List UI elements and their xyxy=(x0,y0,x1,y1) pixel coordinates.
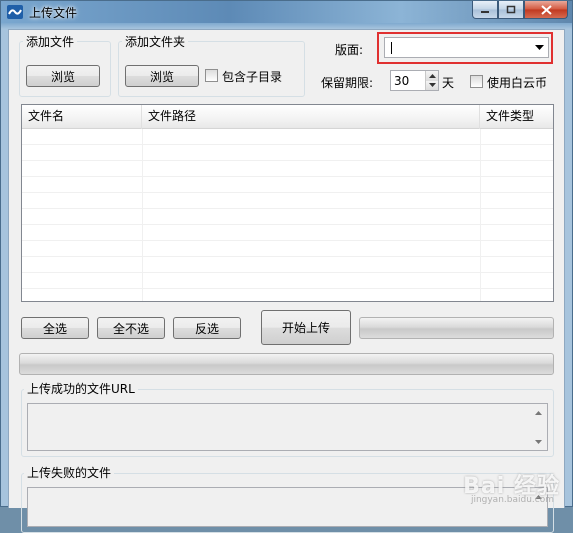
maximize-icon xyxy=(506,5,516,14)
column-file-type[interactable]: 文件类型 xyxy=(480,105,553,129)
upload-window: 上传文件 添加文件 浏览 添加文件夹 浏览 包含子目录 版面: 保留期限: 30… xyxy=(0,0,573,533)
select-none-button[interactable]: 全不选 xyxy=(97,317,165,339)
spin-down-button[interactable] xyxy=(426,80,438,90)
failed-group-label: 上传失败的文件 xyxy=(24,464,115,481)
arrow-up-icon xyxy=(428,73,436,78)
list-item xyxy=(22,241,553,257)
retention-unit: 天 xyxy=(442,76,455,90)
scroll-up-button[interactable] xyxy=(530,404,547,421)
browse-folder-button[interactable]: 浏览 xyxy=(125,65,199,87)
minimize-button[interactable] xyxy=(472,1,498,19)
maximize-button[interactable] xyxy=(498,1,524,19)
client-area: 添加文件 浏览 添加文件夹 浏览 包含子目录 版面: 保留期限: 30 天 使用… xyxy=(8,29,565,533)
add-file-label: 添加文件 xyxy=(23,33,78,50)
success-url-textarea[interactable] xyxy=(27,403,548,451)
close-icon xyxy=(540,4,552,15)
spin-up-button[interactable] xyxy=(426,71,438,81)
browse-file-button[interactable]: 浏览 xyxy=(26,65,100,87)
use-baiyun-label: 使用白云币 xyxy=(487,76,548,90)
file-progress-bar xyxy=(359,317,554,339)
include-subdirs-checkbox[interactable] xyxy=(205,69,218,82)
include-subdirs-label: 包含子目录 xyxy=(222,70,283,84)
watermark-url: jingyan.baidu.com xyxy=(470,495,554,505)
list-item xyxy=(22,193,553,209)
add-folder-label: 添加文件夹 xyxy=(122,33,189,50)
select-all-button[interactable]: 全选 xyxy=(21,317,89,339)
success-group-label: 上传成功的文件URL xyxy=(24,380,138,397)
window-title: 上传文件 xyxy=(29,6,78,20)
minimize-icon xyxy=(481,10,489,13)
app-icon xyxy=(7,5,23,19)
list-item xyxy=(22,273,553,289)
success-scrollbar[interactable] xyxy=(530,404,547,450)
list-item xyxy=(22,177,553,193)
chevron-down-icon[interactable] xyxy=(535,45,544,51)
file-list-header: 文件名 文件路径 文件类型 xyxy=(22,105,553,129)
layout-combo[interactable] xyxy=(384,37,549,58)
list-item xyxy=(22,257,553,273)
column-file-name[interactable]: 文件名 xyxy=(22,105,142,129)
layout-label: 版面: xyxy=(335,43,364,57)
arrow-down-icon xyxy=(428,83,436,88)
retention-label: 保留期限: xyxy=(321,76,374,90)
arrow-down-icon xyxy=(535,439,542,444)
list-item xyxy=(22,209,553,225)
retention-value: 30 xyxy=(394,74,410,88)
scroll-down-button[interactable] xyxy=(530,433,547,450)
title-bar[interactable]: 上传文件 xyxy=(1,1,572,23)
column-file-path[interactable]: 文件路径 xyxy=(142,105,480,129)
arrow-up-icon xyxy=(535,410,542,415)
retention-spinner[interactable]: 30 xyxy=(390,70,439,91)
close-button[interactable] xyxy=(524,1,568,19)
text-caret xyxy=(391,42,392,54)
invert-selection-button[interactable]: 反选 xyxy=(173,317,241,339)
file-list[interactable]: 文件名 文件路径 文件类型 xyxy=(21,104,554,302)
use-baiyun-checkbox[interactable] xyxy=(470,75,483,88)
list-item xyxy=(22,225,553,241)
start-upload-button[interactable]: 开始上传 xyxy=(261,310,351,345)
list-item xyxy=(22,145,553,161)
overall-progress-bar xyxy=(19,353,554,375)
list-item xyxy=(22,129,553,145)
list-item xyxy=(22,161,553,177)
